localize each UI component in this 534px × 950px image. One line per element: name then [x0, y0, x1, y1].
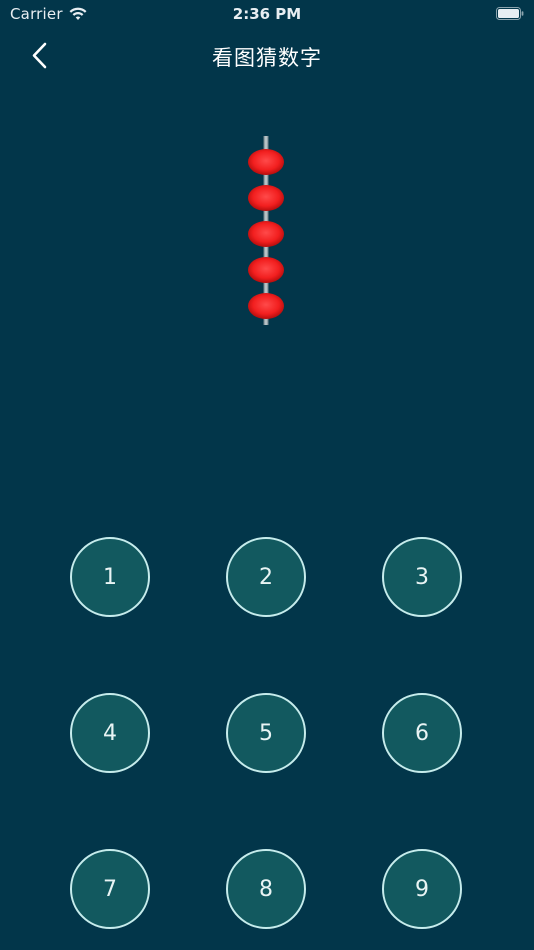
- abacus-bead: [248, 221, 284, 247]
- abacus-bead: [248, 185, 284, 211]
- number-button-1[interactable]: 1: [70, 537, 150, 617]
- navigation-bar: 看图猜数字: [0, 30, 534, 80]
- battery-icon: [496, 7, 524, 20]
- status-bar: Carrier 2:36 PM: [0, 0, 534, 30]
- abacus-beads: [248, 149, 284, 319]
- number-button-5[interactable]: 5: [226, 693, 306, 773]
- abacus-image: [248, 136, 284, 325]
- abacus-bead: [248, 149, 284, 175]
- number-button-8[interactable]: 8: [226, 849, 306, 929]
- abacus-bead: [248, 293, 284, 319]
- page-title: 看图猜数字: [212, 46, 322, 70]
- number-button-3[interactable]: 3: [382, 537, 462, 617]
- abacus-bead: [248, 257, 284, 283]
- number-button-4[interactable]: 4: [70, 693, 150, 773]
- number-button-2[interactable]: 2: [226, 537, 306, 617]
- app-screen: Carrier 2:36 PM 看图猜数字 1 2 3 4 5 6 7 8 9: [0, 0, 534, 950]
- number-button-7[interactable]: 7: [70, 849, 150, 929]
- status-time: 2:36 PM: [232, 5, 302, 23]
- number-button-6[interactable]: 6: [382, 693, 462, 773]
- number-button-9[interactable]: 9: [382, 849, 462, 929]
